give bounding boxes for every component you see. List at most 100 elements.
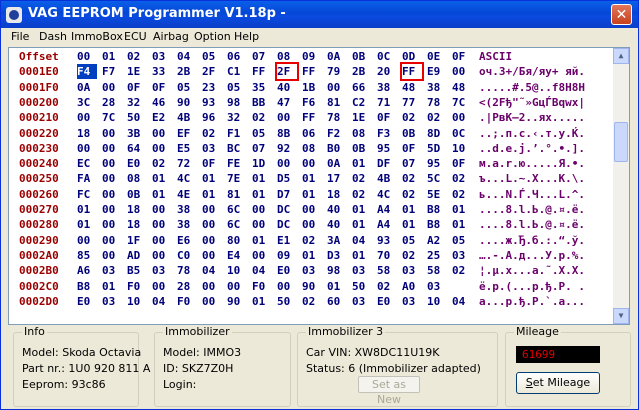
hex-byte[interactable]: 7C [102,110,122,125]
hex-byte[interactable]: 00 [452,64,472,79]
hex-byte[interactable]: 03 [402,263,422,278]
hex-byte[interactable]: E9 [427,64,447,79]
hex-byte[interactable]: 02 [152,156,172,171]
hex-byte[interactable]: B0 [327,141,347,156]
hex-byte[interactable]: 4E [177,187,197,202]
hex-byte[interactable]: E1 [277,233,297,248]
hex-byte[interactable]: 05 [227,80,247,95]
ascii-cell[interactable]: ..;.п.с.‹.т.у.Ќ. [479,126,619,141]
hex-byte[interactable]: 90 [302,279,322,294]
hex-byte[interactable]: 78 [177,263,197,278]
hex-byte[interactable]: 00 [102,187,122,202]
menu-ecu[interactable]: ECU [124,30,147,43]
ascii-cell[interactable]: ....ж.Ђ.б.:.“.ў. [479,233,619,248]
hex-byte[interactable]: 03 [102,294,122,309]
hex-byte[interactable]: 0B [352,141,372,156]
scroll-down-arrow-icon[interactable]: ▼ [613,308,629,324]
hex-byte[interactable]: 02 [352,171,372,186]
hex-byte[interactable]: D7 [277,187,297,202]
hex-byte[interactable]: 00 [152,217,172,232]
hex-byte[interactable]: 58 [427,263,447,278]
hex-byte[interactable]: 90 [177,95,197,110]
hex-byte[interactable]: C2 [352,95,372,110]
hex-byte[interactable]: 02 [402,171,422,186]
hex-byte[interactable]: 50 [277,294,297,309]
hex-byte[interactable]: 10 [127,294,147,309]
hex-byte[interactable]: 3A [327,233,347,248]
hex-byte[interactable]: 00 [302,217,322,232]
hex-byte[interactable]: FF [302,64,322,79]
hex-byte[interactable]: 01 [152,171,172,186]
hex-byte[interactable]: 38 [427,80,447,95]
hex-byte[interactable]: 70 [377,248,397,263]
hex-byte[interactable]: E5 [177,141,197,156]
hex-byte[interactable]: B8 [77,279,97,294]
scroll-thumb[interactable] [614,122,628,162]
hex-byte[interactable]: 4C [377,187,397,202]
hex-byte[interactable]: 0F [402,141,422,156]
hex-byte[interactable]: 02 [402,248,422,263]
hex-byte[interactable]: 08 [127,171,147,186]
hex-byte[interactable]: 02 [402,187,422,202]
hex-byte[interactable]: 1D [252,156,272,171]
hex-byte[interactable]: 00 [202,217,222,232]
hex-byte[interactable]: 40 [327,202,347,217]
hex-byte[interactable]: 01 [402,202,422,217]
hex-byte[interactable]: 0C [452,126,472,141]
hex-byte[interactable]: A6 [77,263,97,278]
hex-byte[interactable]: 00 [77,233,97,248]
hex-byte[interactable]: 60 [327,294,347,309]
hex-byte[interactable]: 00 [327,80,347,95]
hex-byte[interactable]: BB [252,95,272,110]
hex-byte[interactable]: 03 [427,279,447,294]
hex-byte[interactable]: 0F [377,110,397,125]
hex-byte[interactable]: 18 [127,217,147,232]
hex-byte[interactable]: 02 [377,279,397,294]
hex-byte[interactable]: 10 [452,141,472,156]
hex-byte[interactable]: 5E [427,187,447,202]
hex-byte[interactable]: FA [77,171,97,186]
hex-byte[interactable]: F7 [102,64,122,79]
hex-byte[interactable]: 01 [77,217,97,232]
hex-byte[interactable]: 7C [452,95,472,110]
hex-byte[interactable]: 02 [302,294,322,309]
hex-byte[interactable]: 01 [252,187,272,202]
hex-byte[interactable]: FF [252,64,272,79]
hex-byte[interactable]: 00 [152,248,172,263]
hex-byte[interactable]: 92 [277,141,297,156]
hex-byte[interactable]: 80 [227,233,247,248]
menu-immobox[interactable]: ImmoBox [71,30,123,43]
hex-byte[interactable]: 09 [277,248,297,263]
hex-byte[interactable]: 00 [102,126,122,141]
hex-byte[interactable]: 03 [302,263,322,278]
hex-byte[interactable]: 47 [277,95,297,110]
hex-byte[interactable]: 00 [102,156,122,171]
hex-byte[interactable]: E0 [377,294,397,309]
hex-byte[interactable]: 71 [377,95,397,110]
hex-byte[interactable]: 46 [152,95,172,110]
hex-byte[interactable]: 10 [227,263,247,278]
hex-byte[interactable]: 01 [102,279,122,294]
hex-byte[interactable]: F1 [227,126,247,141]
ascii-cell[interactable]: ъ...L.~.Х...K.\. [479,171,619,186]
hex-byte[interactable]: 1F [127,233,147,248]
hex-byte[interactable]: 00 [277,110,297,125]
hex-byte[interactable]: 96 [202,110,222,125]
hex-byte[interactable]: 7E [227,171,247,186]
hex-byte[interactable]: EC [77,156,97,171]
hex-byte[interactable]: 0A [77,80,97,95]
hex-byte[interactable]: FF [400,62,424,82]
hex-byte[interactable]: 1B [302,80,322,95]
hex-byte[interactable]: B8 [427,217,447,232]
hex-byte[interactable]: 6C [227,202,247,217]
hex-byte[interactable]: 10 [427,294,447,309]
hex-byte[interactable]: 58 [377,263,397,278]
hex-byte[interactable]: 98 [327,263,347,278]
hex-byte[interactable]: 02 [202,126,222,141]
hex-byte[interactable]: 01 [452,217,472,232]
hex-byte[interactable]: E2 [152,110,172,125]
hex-byte[interactable]: F6 [302,95,322,110]
hex-byte[interactable]: F0 [127,279,147,294]
hex-byte[interactable]: 00 [152,202,172,217]
hex-byte[interactable]: 01 [202,187,222,202]
